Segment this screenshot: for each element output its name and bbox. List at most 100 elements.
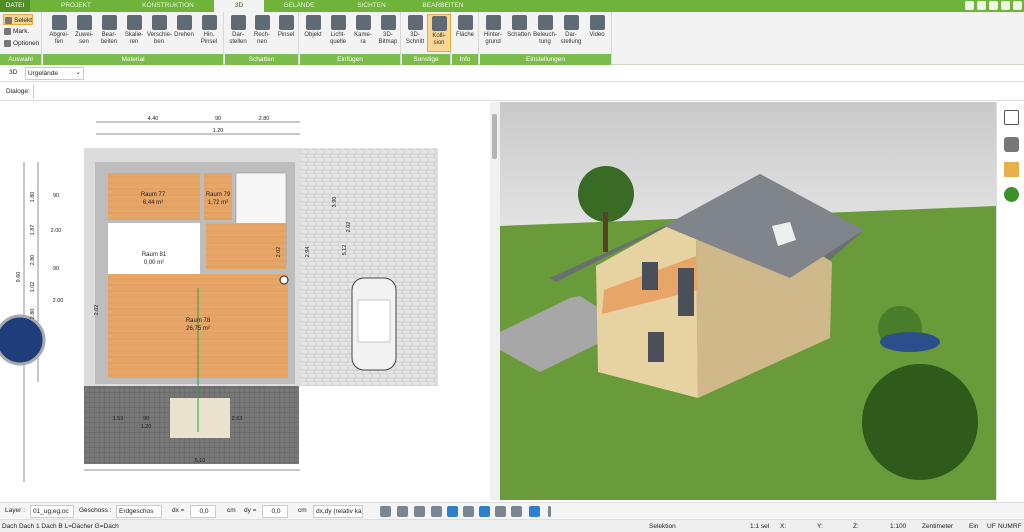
dx-input[interactable]: 0,0 bbox=[190, 505, 216, 518]
info-button-label: Fläche bbox=[455, 32, 474, 38]
tab-bearbeiten[interactable]: BEARBEITEN bbox=[409, 0, 477, 12]
tab-projekt[interactable]: PROJEKT bbox=[30, 0, 122, 12]
pen-icon[interactable] bbox=[965, 1, 974, 10]
dialog-area bbox=[33, 85, 1024, 99]
tab-konstruktion[interactable]: KONSTRUKTION bbox=[122, 0, 214, 12]
ribbon-tab-bar: DATEI PROJEKT KONSTRUKTION 3D GELÄNDE SICHTEN… bbox=[0, 0, 1024, 12]
room-name-0: Raum 77 bbox=[141, 192, 166, 198]
z-coord: Z: bbox=[853, 523, 859, 530]
dimension-label: 9.60 bbox=[16, 272, 22, 283]
group-label-info: Info bbox=[452, 54, 478, 65]
einstellungen-button-label: Beleuch- tung bbox=[533, 32, 557, 45]
layer-select[interactable]: 01_ug,eg,oc bbox=[30, 505, 74, 518]
tab-3d[interactable]: 3D bbox=[214, 0, 264, 12]
dimension-label: 5.10 bbox=[195, 458, 206, 464]
material-button-4[interactable]: Verschie- ben bbox=[147, 14, 172, 52]
scale: 1:100 bbox=[890, 523, 907, 530]
n-icon[interactable] bbox=[529, 506, 540, 517]
material-button-3[interactable]: Skalie- ren bbox=[122, 14, 146, 52]
schatten-icon-0 bbox=[230, 15, 246, 30]
dy-label: dy = bbox=[244, 507, 257, 514]
einfuegen-button-1[interactable]: Licht- quelle bbox=[326, 14, 350, 52]
dy-input[interactable]: 0,0 bbox=[262, 505, 288, 518]
y-coord: Y: bbox=[817, 523, 823, 530]
dimension-label: 5.12 bbox=[342, 245, 348, 256]
mark-button[interactable]: Mark. bbox=[3, 26, 29, 37]
einstellungen-icon-1 bbox=[511, 15, 527, 30]
material-button-1[interactable]: Zuwei- sen bbox=[72, 14, 96, 52]
einfuegen-button-0[interactable]: Objekt bbox=[301, 14, 325, 52]
einstellungen-button-0[interactable]: Hinter- grund bbox=[481, 14, 505, 52]
layers-icon[interactable] bbox=[1004, 110, 1019, 125]
plan-vertical-scrollbar[interactable] bbox=[490, 102, 500, 500]
room-name-3: Raum 78 bbox=[186, 318, 211, 324]
tab-sichten[interactable]: SICHTEN bbox=[334, 0, 409, 12]
raster-icon[interactable] bbox=[511, 506, 522, 517]
selekt-button[interactable]: Selekt bbox=[3, 14, 33, 25]
grid-icon[interactable] bbox=[431, 506, 442, 517]
3d-view[interactable] bbox=[500, 102, 996, 500]
sonstige-button-label: 3D- Schnitt bbox=[405, 32, 425, 45]
einfuegen-icon-3 bbox=[380, 15, 396, 30]
schatten-button-1[interactable]: Rech- nen bbox=[250, 14, 274, 52]
tab-datei[interactable]: DATEI bbox=[0, 0, 30, 12]
save-icon[interactable] bbox=[977, 1, 986, 10]
layer-icon[interactable] bbox=[479, 506, 490, 517]
einfuegen-button-3[interactable]: 3D- Bitmap bbox=[376, 14, 400, 52]
wall-icon[interactable] bbox=[495, 506, 506, 517]
einstellungen-button-2[interactable]: Beleuch- tung bbox=[533, 14, 557, 52]
material-button-2[interactable]: Bear- beiten bbox=[97, 14, 121, 52]
ortho-icon[interactable] bbox=[463, 506, 474, 517]
marker-icon[interactable] bbox=[279, 275, 289, 285]
material-button-6[interactable]: Hin. Pinsel bbox=[197, 14, 221, 52]
material-button-0[interactable]: Abgrei- fen bbox=[47, 14, 71, 52]
material-button-5[interactable]: Drehen bbox=[172, 14, 196, 52]
schatten-button-2[interactable]: Pinsel bbox=[274, 14, 298, 52]
floor-plan-view[interactable]: Raum 77 6,44 m² Raum 79 1,72 m² Raum 81 0,00 … bbox=[0, 102, 490, 500]
sonstige-icon-1 bbox=[431, 16, 447, 31]
info-button-0[interactable]: Fläche bbox=[453, 14, 477, 52]
floor-plan-drawing: Raum 77 6,44 m² Raum 79 1,72 m² Raum 81 0,00 … bbox=[0, 116, 438, 482]
sonstige-button-1[interactable]: Kolli- sion bbox=[427, 14, 451, 52]
window-icon[interactable] bbox=[989, 1, 998, 10]
dialoge-label: Dialoge: bbox=[6, 88, 30, 95]
optionen-button[interactable]: Optionen bbox=[3, 38, 39, 49]
screen-icon[interactable] bbox=[397, 506, 408, 517]
einstellungen-button-label: Video bbox=[589, 32, 605, 38]
clock-icon[interactable] bbox=[380, 506, 391, 517]
angle-icon[interactable] bbox=[447, 506, 458, 517]
sonstige-button-0[interactable]: 3D- Schnitt bbox=[403, 14, 427, 52]
divider-icon bbox=[548, 506, 551, 517]
dimension-label: 2.80 bbox=[259, 116, 270, 122]
hall[interactable] bbox=[206, 223, 286, 269]
geschoss-select[interactable]: Erdgeschos bbox=[116, 505, 162, 518]
chair-icon[interactable] bbox=[1004, 137, 1019, 152]
terrain-select[interactable]: Urgelände bbox=[25, 67, 84, 80]
einfuegen-button-2[interactable]: Kame- ra bbox=[351, 14, 375, 52]
room-name-1: Raum 79 bbox=[206, 192, 231, 198]
material-icon-3 bbox=[126, 15, 142, 30]
3d-toolbar: 3D Urgelände bbox=[0, 66, 1024, 82]
einfuegen-button-label: Objekt bbox=[304, 32, 322, 38]
relative-select[interactable]: dx,dy (relativ ka bbox=[313, 505, 363, 518]
group-einstellungen: Einstellungen Hinter- grund Schatten Beleu… bbox=[480, 12, 612, 65]
einstellungen-icon-3 bbox=[563, 15, 579, 30]
material-button-label: Abgrei- fen bbox=[49, 32, 69, 45]
geschoss-label: Geschoss : bbox=[79, 507, 112, 514]
tab-gel-nde[interactable]: GELÄNDE bbox=[264, 0, 334, 12]
unit: Zentimeter bbox=[922, 523, 954, 530]
schatten-icon-1 bbox=[254, 15, 270, 30]
tree-icon[interactable] bbox=[1004, 187, 1019, 202]
info-icon[interactable] bbox=[1001, 1, 1010, 10]
einstellungen-button-4[interactable]: Video bbox=[585, 14, 609, 52]
x-coord: X: bbox=[780, 523, 787, 530]
einstellungen-button-3[interactable]: Dar- stellung bbox=[559, 14, 583, 52]
snap-icon[interactable] bbox=[414, 506, 425, 517]
layer-label: Layer : bbox=[5, 507, 25, 514]
schatten-button-0[interactable]: Dar- stellen bbox=[226, 14, 250, 52]
dimension-label: 2.94 bbox=[305, 247, 311, 258]
help-icon[interactable] bbox=[1013, 1, 1022, 10]
materials-icon[interactable] bbox=[1004, 162, 1019, 177]
einstellungen-button-1[interactable]: Schatten bbox=[507, 14, 531, 52]
group-label-einfuegen: Einfügen bbox=[300, 54, 400, 65]
